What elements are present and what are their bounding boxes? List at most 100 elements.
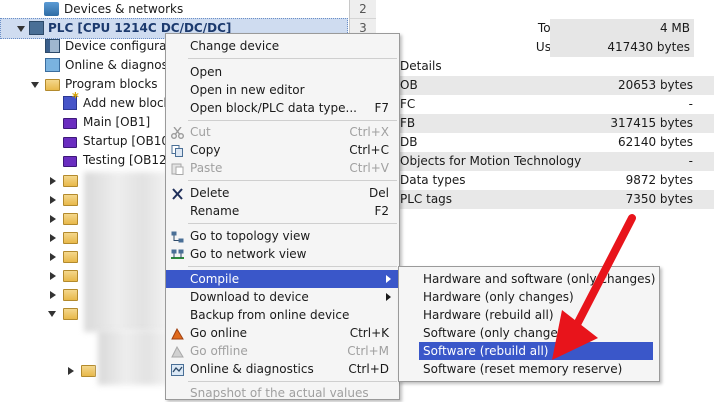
- expand-arrow-icon[interactable]: [50, 253, 56, 261]
- details-key: OB: [400, 78, 418, 92]
- menu-item-copy[interactable]: Copy Ctrl+C: [166, 141, 399, 159]
- go-online-icon: [171, 327, 184, 340]
- online-diagnostics-icon: [45, 58, 60, 72]
- details-key: Objects for Motion Technology: [400, 154, 582, 168]
- menu-item-label: Copy: [190, 143, 221, 157]
- menu-item-online-diagnostics[interactable]: Online & diagnostics Ctrl+D: [166, 360, 399, 378]
- menu-item-label: Change device: [190, 39, 280, 53]
- submenu-item-sw-rebuild[interactable]: Software (rebuild all): [419, 342, 653, 360]
- expand-arrow-icon[interactable]: [31, 82, 39, 88]
- online-diagnostics-icon: [171, 363, 184, 376]
- menu-shortcut: Ctrl+K: [349, 326, 389, 340]
- menu-item-label: Rename: [190, 204, 240, 218]
- menu-item-rename[interactable]: Rename F2: [166, 202, 399, 220]
- menu-shortcut: Ctrl+C: [349, 143, 389, 157]
- add-block-icon: [63, 89, 79, 110]
- menu-separator: [188, 180, 397, 181]
- tree-item-devices-networks[interactable]: Devices & networks: [0, 0, 348, 19]
- expand-arrow-icon[interactable]: [50, 215, 56, 223]
- details-value: 20653 bytes: [617, 78, 693, 92]
- tree-label: Online & diagnost: [65, 58, 173, 72]
- submenu-item-sw-reset[interactable]: Software (reset memory reserve): [399, 360, 659, 378]
- menu-item-label: Open in new editor: [190, 83, 305, 97]
- menu-item-label: Delete: [190, 186, 230, 200]
- folder-icon: [81, 365, 96, 377]
- menu-item-label: Download to device: [190, 290, 309, 304]
- details-row: OB 20653 bytes: [400, 76, 714, 95]
- details-key: Data types: [400, 173, 466, 187]
- menu-item-go-offline[interactable]: Go offline Ctrl+M: [166, 342, 399, 360]
- details-row: FB 317415 bytes: [400, 114, 714, 133]
- menu-item-label: Backup from online device: [190, 308, 350, 322]
- submenu-item-hw-rebuild[interactable]: Hardware (rebuild all): [399, 306, 659, 324]
- menu-item-label: Hardware (rebuild all): [423, 308, 554, 322]
- submenu-item-hw-changes[interactable]: Hardware (only changes): [399, 288, 659, 306]
- menu-item-delete[interactable]: Delete Del: [166, 184, 399, 202]
- menu-item-label: Go to topology view: [190, 229, 311, 243]
- expand-arrow-icon[interactable]: [48, 311, 56, 317]
- submenu-arrow-icon: [386, 293, 391, 301]
- menu-separator: [188, 120, 397, 121]
- details-key: FC: [400, 97, 416, 111]
- details-value: -: [688, 154, 693, 168]
- paste-icon: [171, 162, 184, 175]
- expand-arrow-icon[interactable]: [50, 291, 56, 299]
- menu-item-open-block[interactable]: Open block/PLC data type... F7: [166, 99, 399, 117]
- folder-icon: [63, 251, 78, 263]
- menu-item-label: Compile: [190, 272, 240, 286]
- menu-item-download[interactable]: Download to device: [166, 288, 399, 306]
- menu-shortcut: Ctrl+D: [348, 362, 389, 376]
- redacted-labels: [98, 330, 168, 385]
- menu-item-go-network[interactable]: Go to network view: [166, 245, 399, 263]
- details-key: FB: [400, 116, 416, 130]
- menu-item-label: Software (only changes): [423, 326, 569, 340]
- context-menu: Change device Open Open in new editor Op…: [165, 33, 400, 400]
- expand-arrow-icon[interactable]: [17, 26, 25, 32]
- expand-arrow-icon[interactable]: [50, 272, 56, 280]
- menu-separator: [188, 223, 397, 224]
- submenu-item-sw-changes[interactable]: Software (only changes): [399, 324, 659, 342]
- menu-item-compile[interactable]: Compile: [166, 270, 399, 288]
- menu-item-go-topology[interactable]: Go to topology view: [166, 227, 399, 245]
- menu-shortcut: Del: [369, 186, 389, 200]
- organization-block-icon: [63, 118, 77, 129]
- details-key: PLC tags: [400, 192, 453, 206]
- total-value: 4 MB: [550, 19, 694, 38]
- copy-icon: [171, 144, 184, 157]
- used-memory-row: Used: 417430 bytes: [350, 38, 714, 57]
- folder-icon: [63, 308, 78, 320]
- menu-item-open[interactable]: Open: [166, 63, 399, 81]
- menu-item-label: Go online: [190, 326, 248, 340]
- total-label: Total:: [390, 19, 570, 38]
- plc-icon: [29, 21, 44, 35]
- tree-label: Testing [OB123: [83, 153, 175, 167]
- details-value: 9872 bytes: [625, 173, 693, 187]
- details-value: 62140 bytes: [617, 135, 693, 149]
- menu-item-paste[interactable]: Paste Ctrl+V: [166, 159, 399, 177]
- details-row: PLC tags 7350 bytes: [400, 190, 714, 209]
- used-label: Used:: [390, 38, 570, 57]
- menu-item-cut[interactable]: Cut Ctrl+X: [166, 123, 399, 141]
- tree-label: Main [OB1]: [83, 115, 151, 129]
- menu-item-label: Online & diagnostics: [190, 362, 314, 376]
- expand-arrow-icon[interactable]: [68, 367, 74, 375]
- folder-icon: [45, 79, 60, 91]
- menu-item-label: Hardware (only changes): [423, 290, 574, 304]
- expand-arrow-icon[interactable]: [50, 196, 56, 204]
- menu-shortcut: Ctrl+M: [347, 344, 389, 358]
- topology-icon: [171, 230, 184, 243]
- menu-item-go-online[interactable]: Go online Ctrl+K: [166, 324, 399, 342]
- menu-item-snapshot[interactable]: Snapshot of the actual values: [166, 384, 399, 402]
- menu-item-change-device[interactable]: Change device: [166, 37, 399, 55]
- expand-arrow-icon[interactable]: [50, 177, 56, 185]
- menu-shortcut: F2: [374, 204, 389, 218]
- expand-arrow-icon[interactable]: [50, 234, 56, 242]
- device-configuration-icon: [45, 39, 60, 53]
- details-row: DB 62140 bytes: [400, 133, 714, 152]
- menu-item-backup[interactable]: Backup from online device: [166, 306, 399, 324]
- tree-label: Startup [OB100: [83, 134, 177, 148]
- menu-item-open-new-editor[interactable]: Open in new editor: [166, 81, 399, 99]
- details-row: Data types 9872 bytes: [400, 171, 714, 190]
- organization-block-icon: [63, 137, 77, 148]
- submenu-item-hw-sw-changes[interactable]: Hardware and software (only changes): [399, 270, 659, 288]
